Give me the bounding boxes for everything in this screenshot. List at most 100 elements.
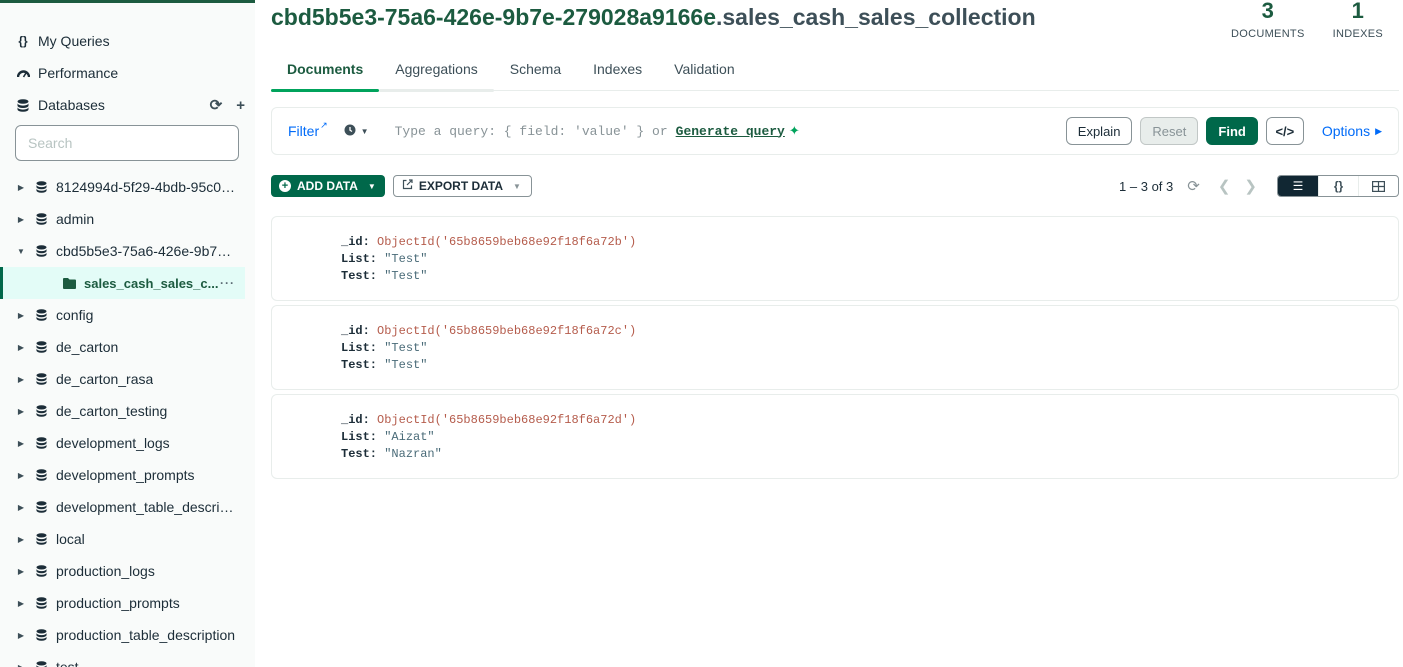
field-value: "Test" — [384, 269, 428, 283]
caret-right-icon: ▶ — [1375, 125, 1382, 136]
database-icon — [36, 309, 47, 321]
more-options-icon[interactable]: ··· — [220, 276, 235, 290]
caret-right-icon[interactable]: ▶ — [16, 631, 26, 640]
database-label: development_table_descrip... — [56, 499, 238, 515]
options-toggle[interactable]: Options ▶ — [1322, 123, 1382, 139]
field-key: _id: — [341, 413, 370, 427]
database-icon — [16, 98, 30, 112]
field-key: List: — [341, 252, 378, 266]
field-key: Test: — [341, 358, 378, 372]
filter-link[interactable]: Filter ↗ — [288, 120, 328, 139]
caret-right-icon[interactable]: ▶ — [16, 663, 26, 667]
sidebar-item-database[interactable]: ▶ de_carton_rasa — [0, 363, 255, 395]
add-data-button[interactable]: + ADD DATA ▼ — [271, 175, 385, 197]
sidebar-item-database[interactable]: ▶ de_carton — [0, 331, 255, 363]
tab-schema[interactable]: Schema — [494, 52, 577, 91]
indexes-stat: 1 INDEXES — [1333, 0, 1383, 40]
find-button[interactable]: Find — [1206, 117, 1258, 145]
caret-right-icon[interactable]: ▶ — [16, 471, 26, 480]
sidebar: {} My Queries Performance Databases ⟳ + … — [0, 0, 255, 667]
caret-down-icon[interactable]: ▼ — [16, 247, 26, 256]
field-key: List: — [341, 341, 378, 355]
sparkle-icon: ✦ — [788, 123, 800, 139]
database-icon — [36, 661, 47, 667]
export-data-button[interactable]: EXPORT DATA ▼ — [392, 175, 532, 197]
plus-icon[interactable]: + — [236, 97, 245, 114]
options-label: Options — [1321, 123, 1371, 139]
sidebar-item-database[interactable]: ▶ 8124994d-5f29-4bdb-95c0-9... — [0, 171, 255, 203]
query-history-button[interactable]: ▼ — [344, 123, 369, 139]
caret-right-icon[interactable]: ▶ — [16, 215, 26, 224]
field-value: "Aizat" — [384, 430, 435, 444]
tab-documents[interactable]: Documents — [271, 52, 380, 92]
document-field: Test: "Test" — [341, 357, 1398, 374]
code-view-button[interactable]: </> — [1265, 117, 1304, 145]
caret-right-icon[interactable]: ▶ — [16, 567, 26, 576]
document-card[interactable]: _id: ObjectId('65b8659beb68e92f18f6a72d'… — [271, 394, 1399, 479]
sidebar-item-database[interactable]: ▶ production_logs — [0, 555, 255, 587]
sidebar-item-my-queries[interactable]: {} My Queries — [0, 25, 255, 57]
explain-button[interactable]: Explain — [1065, 117, 1133, 145]
external-link-icon: ↗ — [320, 120, 328, 130]
database-label: production_table_description — [56, 627, 236, 643]
document-card[interactable]: _id: ObjectId('65b8659beb68e92f18f6a72c'… — [271, 305, 1399, 390]
tab-aggregations[interactable]: Aggregations — [379, 52, 494, 92]
sidebar-item-label: Performance — [38, 65, 119, 81]
sidebar-item-databases[interactable]: Databases ⟳ + — [0, 89, 255, 121]
sidebar-item-database[interactable]: ▶ development_logs — [0, 427, 255, 459]
caret-right-icon[interactable]: ▶ — [16, 183, 26, 192]
tab-validation[interactable]: Validation — [658, 52, 750, 91]
sidebar-item-database[interactable]: ▶ production_prompts — [0, 587, 255, 619]
sidebar-search-input[interactable] — [15, 125, 239, 161]
caret-right-icon[interactable]: ▶ — [16, 535, 26, 544]
sidebar-item-database[interactable]: ▶ de_carton_testing — [0, 395, 255, 427]
sidebar-item-collection-active[interactable]: sales_cash_sales_c... ··· — [0, 267, 245, 299]
next-page-icon[interactable]: ❯ — [1244, 177, 1257, 195]
database-label: de_carton_rasa — [56, 371, 154, 387]
database-list: ▶ 8124994d-5f29-4bdb-95c0-9... ▶ admin ▼… — [0, 171, 255, 667]
caret-right-icon[interactable]: ▶ — [16, 407, 26, 416]
database-label: de_carton_testing — [56, 403, 168, 419]
refresh-icon[interactable]: ⟳ — [210, 96, 223, 114]
sidebar-item-database[interactable]: ▼ cbd5b5e3-75a6-426e-9b7e-... — [0, 235, 255, 267]
caret-right-icon[interactable]: ▶ — [16, 343, 26, 352]
document-field: List: "Aizat" — [341, 429, 1398, 446]
caret-right-icon[interactable]: ▶ — [16, 599, 26, 608]
list-view-icon[interactable]: ☰ — [1278, 176, 1318, 196]
caret-right-icon[interactable]: ▶ — [16, 503, 26, 512]
caret-right-icon[interactable]: ▶ — [16, 311, 26, 320]
database-icon — [36, 373, 47, 385]
generate-query-link[interactable]: Generate query — [676, 124, 785, 139]
json-view-icon[interactable]: {} — [1318, 176, 1358, 196]
field-key: Test: — [341, 269, 378, 283]
document-card[interactable]: _id: ObjectId('65b8659beb68e92f18f6a72b'… — [271, 216, 1399, 301]
indexes-count: 1 — [1351, 0, 1364, 23]
sidebar-item-database[interactable]: ▶ local — [0, 523, 255, 555]
previous-page-icon[interactable]: ❮ — [1218, 177, 1231, 195]
pagination-controls: 1 – 3 of 3 ⟳ ❮ ❯ ☰ {} — [1119, 175, 1399, 197]
tab-indexes[interactable]: Indexes — [577, 52, 658, 91]
sidebar-item-label: Databases — [38, 97, 105, 113]
sidebar-item-database[interactable]: ▶ development_prompts — [0, 459, 255, 491]
caret-right-icon[interactable]: ▶ — [16, 375, 26, 384]
field-value: "Test" — [384, 252, 428, 266]
sidebar-item-database[interactable]: ▶ development_table_descrip... — [0, 491, 255, 523]
caret-right-icon[interactable]: ▶ — [16, 439, 26, 448]
sidebar-item-database[interactable]: ▶ test — [0, 651, 255, 667]
sidebar-item-performance[interactable]: Performance — [0, 57, 255, 89]
sidebar-item-database[interactable]: ▶ config — [0, 299, 255, 331]
table-view-icon[interactable] — [1358, 176, 1398, 196]
query-placeholder: Type a query: { field: 'value' } or — [394, 123, 668, 139]
gauge-icon — [16, 69, 30, 78]
sidebar-item-database[interactable]: ▶ admin — [0, 203, 255, 235]
database-icon — [36, 597, 47, 609]
sidebar-item-database[interactable]: ▶ production_table_description — [0, 619, 255, 651]
database-icon — [36, 181, 47, 193]
refresh-icon[interactable]: ⟳ — [1187, 177, 1200, 195]
query-input[interactable]: Type a query: { field: 'value' } or Gene… — [395, 124, 800, 139]
sidebar-item-label: My Queries — [38, 33, 110, 49]
database-icon — [36, 565, 47, 577]
document-field: _id: ObjectId('65b8659beb68e92f18f6a72d'… — [341, 412, 1398, 429]
reset-button[interactable]: Reset — [1140, 117, 1199, 145]
caret-down-icon: ▼ — [367, 181, 376, 191]
